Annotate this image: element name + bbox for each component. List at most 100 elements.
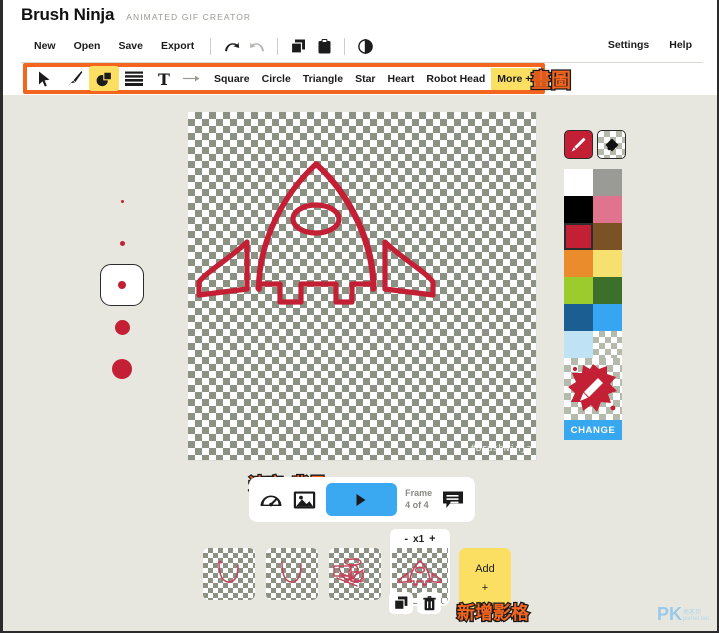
brush-size-dot bbox=[112, 359, 132, 379]
brush-size-dot bbox=[114, 319, 130, 335]
pk-logo-main: PK bbox=[656, 604, 682, 624]
frame-sketch bbox=[281, 561, 302, 583]
swatch-gray[interactable] bbox=[593, 169, 622, 196]
image-icon[interactable] bbox=[292, 487, 318, 513]
frame-counter-line1: Frame bbox=[405, 488, 433, 499]
shape-star[interactable]: Star bbox=[349, 68, 381, 90]
eraser-transparent-swatch[interactable] bbox=[597, 130, 626, 159]
drawing-canvas[interactable]: #BrushNinja bbox=[188, 112, 536, 460]
frame-repeat-control: - x1 + bbox=[390, 529, 450, 550]
swatch-orange[interactable] bbox=[564, 250, 593, 277]
brush-size-option-selected[interactable] bbox=[100, 264, 144, 306]
change-palette-button[interactable]: CHANGE bbox=[564, 420, 622, 440]
paint-splat-preview bbox=[564, 358, 622, 420]
frame-repeat-plus[interactable]: + bbox=[429, 534, 435, 545]
line-arrow-icon[interactable] bbox=[179, 74, 208, 83]
menu-divider-2 bbox=[277, 37, 279, 55]
brush-size-dot bbox=[120, 199, 124, 203]
add-frame-plus: + bbox=[481, 581, 489, 594]
color-palette-panel: CHANGE bbox=[564, 130, 626, 440]
brand-title: Brush Ninja bbox=[21, 5, 115, 24]
annotation-drawing: 畫圖 bbox=[530, 67, 573, 94]
play-button[interactable] bbox=[325, 483, 398, 516]
menu-help[interactable]: Help bbox=[660, 36, 701, 54]
speedometer-icon[interactable] bbox=[258, 487, 284, 513]
lines-icon[interactable] bbox=[119, 66, 149, 91]
brush-size-option[interactable] bbox=[100, 306, 144, 348]
frame-counter-line2: 4 of 4 bbox=[405, 499, 429, 510]
splat-icon bbox=[568, 364, 617, 412]
swatch-dark-blue[interactable] bbox=[564, 304, 593, 331]
swatch-yellow[interactable] bbox=[593, 250, 622, 277]
redo-icon[interactable] bbox=[246, 36, 268, 56]
pk-watermark-logo: PK 痞客邦 pixnet.net bbox=[657, 604, 709, 625]
menu-new[interactable]: New bbox=[25, 37, 65, 55]
trash-icon[interactable] bbox=[417, 592, 441, 614]
pk-logo-sub: 痞客邦 pixnet.net bbox=[683, 610, 709, 625]
menu-divider-3 bbox=[344, 37, 346, 55]
select-arrow-icon[interactable] bbox=[29, 66, 59, 91]
swatch-lime[interactable] bbox=[564, 277, 593, 304]
shape-heart[interactable]: Heart bbox=[382, 68, 421, 90]
play-icon bbox=[356, 493, 366, 506]
swatch-black[interactable] bbox=[564, 196, 593, 223]
paste-icon[interactable] bbox=[313, 36, 335, 56]
menu-settings[interactable]: Settings bbox=[599, 36, 658, 54]
undo-icon[interactable] bbox=[220, 36, 242, 56]
speech-bubble-icon[interactable] bbox=[440, 487, 466, 513]
pen-current-color[interactable] bbox=[564, 130, 593, 159]
brush-size-option[interactable] bbox=[100, 222, 144, 264]
menu-save[interactable]: Save bbox=[109, 37, 152, 55]
swatch-white[interactable] bbox=[564, 169, 593, 196]
shape-circle[interactable]: Circle bbox=[256, 68, 297, 90]
frame-thumb-3[interactable] bbox=[329, 548, 381, 600]
toolbar-container: T Square Circle Triangle Star Heart Robo… bbox=[23, 63, 546, 94]
pk-logo-sub-line1: 痞客邦 bbox=[682, 609, 701, 616]
frame-action-buttons bbox=[389, 592, 441, 614]
swatch-transparent[interactable] bbox=[593, 331, 622, 358]
brand-tagline: ANIMATED GIF CREATOR bbox=[126, 12, 252, 22]
brush-size-option[interactable] bbox=[100, 348, 144, 390]
shape-triangle[interactable]: Triangle bbox=[297, 68, 349, 90]
rocket-drawing bbox=[196, 161, 436, 305]
pk-logo-sub-line2: pixnet.net bbox=[682, 616, 709, 623]
canvas-watermark: #BrushNinja bbox=[470, 444, 532, 454]
duplicate-frame-icon[interactable] bbox=[389, 592, 413, 614]
add-frame-label: Add bbox=[475, 562, 495, 575]
frame-sketch bbox=[333, 558, 364, 587]
swatch-crimson[interactable] bbox=[564, 223, 593, 250]
color-swatch-grid bbox=[564, 169, 622, 358]
frame-thumb-2[interactable] bbox=[266, 548, 318, 600]
main-menu: New Open Save Export bbox=[25, 36, 378, 56]
shape-square[interactable]: Square bbox=[208, 68, 256, 90]
frame-repeat-minus[interactable]: - bbox=[404, 534, 408, 545]
text-icon[interactable]: T bbox=[149, 66, 179, 91]
shape-robot-head[interactable]: Robot Head bbox=[420, 68, 491, 90]
frame-repeat-value: x1 bbox=[413, 534, 425, 545]
frame-thumb-1[interactable] bbox=[203, 548, 255, 600]
swatch-dark-green[interactable] bbox=[593, 277, 622, 304]
selected-frame-group: - x1 + bbox=[389, 529, 450, 614]
brush-size-dot bbox=[118, 281, 126, 289]
right-menu: Settings Help bbox=[599, 36, 701, 54]
current-color-row bbox=[564, 130, 626, 159]
brush-icon[interactable] bbox=[59, 66, 89, 91]
swatch-pale-blue[interactable] bbox=[564, 331, 593, 358]
swatch-pink[interactable] bbox=[593, 196, 622, 223]
frame-counter: Frame 4 of 4 bbox=[405, 488, 432, 511]
shapes-icon[interactable] bbox=[89, 66, 119, 91]
swatch-brown[interactable] bbox=[593, 223, 622, 250]
frame-sketch bbox=[218, 560, 239, 583]
brush-size-dot bbox=[119, 240, 125, 246]
brand: Brush Ninja ANIMATED GIF CREATOR bbox=[21, 5, 251, 25]
menu-export[interactable]: Export bbox=[152, 37, 203, 55]
copy-icon[interactable] bbox=[287, 36, 309, 56]
invert-contrast-icon[interactable] bbox=[354, 36, 376, 56]
brush-size-selector bbox=[100, 180, 144, 390]
menu-divider-1 bbox=[210, 37, 212, 55]
menu-open[interactable]: Open bbox=[65, 37, 110, 55]
swatch-blue[interactable] bbox=[593, 304, 622, 331]
playback-bar: Frame 4 of 4 bbox=[249, 477, 475, 522]
toolbar: T Square Circle Triangle Star Heart Robo… bbox=[23, 63, 546, 94]
brush-size-option[interactable] bbox=[100, 180, 144, 222]
